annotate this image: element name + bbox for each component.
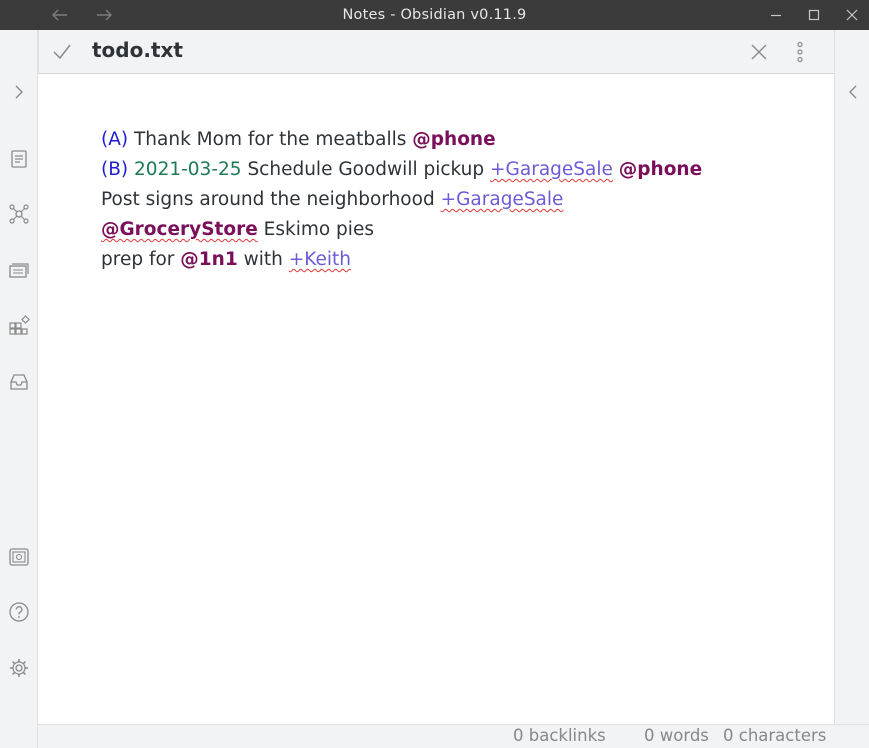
backlinks-count[interactable]: 0 backlinks (513, 726, 606, 745)
todo-line[interactable]: (B) 2021-03-25 Schedule Goodwill pickup … (101, 155, 794, 185)
task-text: prep for (101, 249, 175, 270)
window-title: Notes - Obsidian v0.11.9 (342, 7, 527, 23)
kanban-icon[interactable] (7, 314, 31, 338)
maximize-icon[interactable] (802, 0, 826, 30)
project-tag: +Keith (288, 249, 351, 270)
project-tag: +GarageSale (440, 189, 564, 210)
pane-header: todo.txt (38, 30, 834, 74)
graph-view-icon[interactable] (7, 202, 31, 226)
todo-line[interactable]: @GroceryStore Eskimo pies (101, 215, 794, 245)
status-bar: 0 backlinks 0 words 0 characters (38, 724, 869, 748)
task-text: with (243, 249, 283, 270)
task-text: Post signs around the neighborhood (101, 189, 435, 210)
title-bar: Notes - Obsidian v0.11.9 (0, 0, 869, 30)
task-text: Schedule Goodwill pickup (247, 159, 485, 180)
expand-right-sidebar-chevron-icon[interactable] (841, 80, 865, 104)
todo-line[interactable]: Post signs around the neighborhood +Gara… (101, 185, 794, 215)
right-sidebar (834, 30, 869, 724)
todo-editor[interactable]: (A) Thank Mom for the meatballs @phone (… (101, 125, 794, 275)
vault-icon[interactable] (7, 545, 31, 569)
settings-icon[interactable] (7, 656, 31, 680)
checkmark-icon[interactable] (50, 40, 74, 64)
open-quick-switcher-icon[interactable] (7, 147, 31, 171)
task-text: Eskimo pies (263, 219, 374, 240)
todo-line[interactable]: (A) Thank Mom for the meatballs @phone (101, 125, 794, 155)
task-text: Thank Mom for the meatballs (133, 129, 407, 150)
slides-icon[interactable] (7, 258, 31, 282)
close-window-icon[interactable] (840, 0, 864, 30)
close-pane-icon[interactable] (747, 40, 771, 64)
minimize-icon[interactable] (764, 0, 788, 30)
todo-line[interactable]: prep for @1n1 with +Keith (101, 245, 794, 275)
priority-tag: (B) (101, 159, 129, 180)
word-count: 0 words (644, 726, 709, 745)
context-tag: @phone (618, 159, 703, 180)
project-tag: +GarageSale (490, 159, 613, 180)
context-tag: @1n1 (180, 249, 238, 270)
context-tag: @GroceryStore (101, 219, 258, 240)
inbox-icon[interactable] (7, 370, 31, 394)
character-count: 0 characters (723, 726, 827, 745)
pane-title: todo.txt (92, 38, 183, 62)
more-options-icon[interactable] (788, 40, 812, 64)
left-ribbon (0, 30, 38, 748)
editor-pane: todo.txt (A) Thank Mom for the meatballs… (38, 30, 834, 724)
help-icon[interactable] (7, 600, 31, 624)
context-tag: @phone (412, 129, 496, 150)
date-tag: 2021-03-25 (134, 159, 242, 180)
expand-sidebar-chevron-icon[interactable] (7, 80, 31, 104)
priority-tag: (A) (101, 129, 129, 150)
